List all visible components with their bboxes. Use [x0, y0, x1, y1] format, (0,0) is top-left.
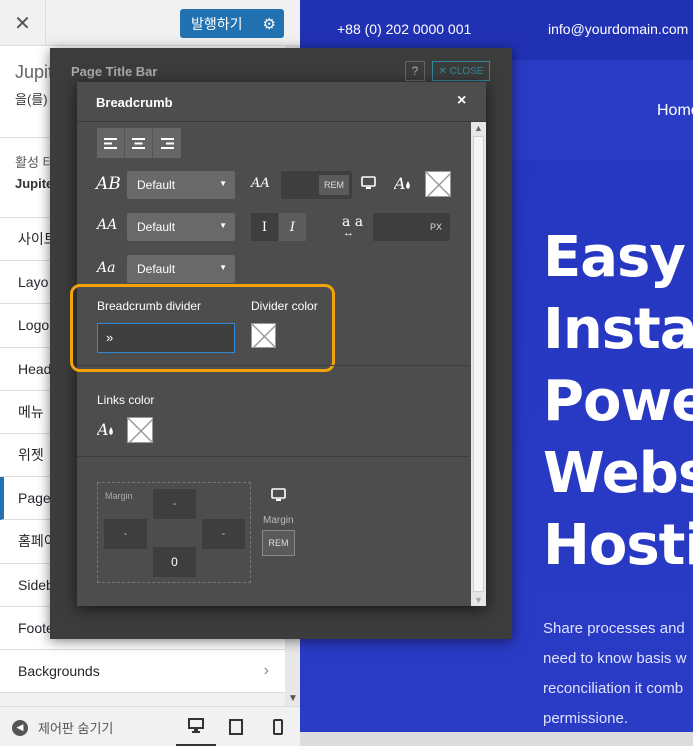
preview-email: info@yourdomain.com [548, 21, 689, 37]
section-divider [77, 456, 470, 457]
section-label: 위젯 [18, 447, 44, 464]
hero-line: Webs [543, 441, 693, 506]
section-label: 메뉴 [18, 403, 44, 420]
section-label: Foote [18, 619, 54, 636]
mobile-preview-icon[interactable] [258, 707, 298, 746]
font-family-select[interactable]: Default ▼ [127, 171, 235, 199]
help-button[interactable]: ? [405, 61, 425, 81]
close-button[interactable]: ✕ CLOSE [432, 61, 490, 81]
margin-label: Margin [105, 491, 133, 501]
section-label: Logo [18, 317, 50, 334]
divider-color-swatch[interactable] [251, 323, 276, 348]
section-item-backgrounds[interactable]: Backgrounds › [0, 649, 285, 694]
margin-top-input[interactable]: - [153, 489, 196, 519]
close-icon[interactable]: ✕ [0, 0, 46, 46]
scroll-up-icon[interactable]: ▲ [474, 123, 483, 133]
scroll-down-icon[interactable]: ▼ [474, 595, 483, 605]
double-arrow-icon: ↔ [343, 227, 354, 239]
section-label: Backgrounds [18, 662, 100, 679]
preview-paragraph: Share processes and need to know basis w… [543, 614, 686, 734]
margin-bottom-input[interactable]: 0 [153, 547, 196, 577]
chevron-down-icon[interactable]: ▼ [288, 693, 298, 704]
font-style-select[interactable]: Default ▼ [127, 255, 235, 283]
preview-horizontal-scrollbar[interactable] [300, 732, 693, 746]
text-align-group [97, 128, 181, 158]
breadcrumb-divider-label: Breadcrumb divider [97, 299, 202, 313]
hero-line: Hostir [543, 513, 693, 578]
margin-unit-label: Margin [263, 515, 294, 526]
hero-line: Easy [543, 225, 686, 290]
hero-line: Powe [543, 369, 693, 434]
font-family-value: Default [137, 178, 176, 192]
paragraph-line: Share processes and [543, 620, 685, 637]
font-weight-value: Default [137, 220, 176, 234]
svg-text:A: A [394, 174, 406, 193]
breadcrumb-dialog-scrollbar[interactable]: ▲ ▼ [471, 122, 486, 606]
paragraph-line: reconciliation it comb [543, 680, 684, 697]
font-weight-select[interactable]: Default ▼ [127, 213, 235, 241]
scroll-thumb[interactable] [473, 136, 484, 592]
align-right-icon[interactable] [153, 128, 181, 158]
align-left-icon[interactable] [97, 128, 125, 158]
letter-spacing-input[interactable]: PX [373, 213, 450, 241]
font-style-icon: Aa [97, 260, 116, 276]
section-divider [77, 365, 470, 366]
chevron-right-icon: › [263, 661, 269, 679]
hero-line: Instal [543, 297, 693, 362]
caret-down-icon: ▼ [219, 221, 227, 230]
close-icon[interactable]: × [457, 92, 466, 110]
desktop-preview-icon[interactable] [176, 707, 216, 746]
caret-down-icon: ▼ [219, 263, 227, 272]
text-color-icon: A [392, 173, 414, 196]
desktop-responsive-icon[interactable] [271, 488, 286, 505]
gear-icon[interactable]: ⚙ [263, 15, 276, 33]
letter-spacing-unit[interactable]: PX [424, 217, 447, 237]
font-color-swatch[interactable] [425, 171, 451, 197]
divider-color-label: Divider color [251, 299, 318, 313]
margin-right-input[interactable]: - [202, 519, 245, 549]
align-center-icon[interactable] [125, 128, 153, 158]
margin-left-input[interactable]: - [104, 519, 147, 549]
text-color-icon: A [95, 419, 117, 442]
collapse-arrow-icon: ◀ [12, 719, 28, 736]
tablet-preview-icon[interactable] [216, 707, 256, 746]
hide-controls-label: 제어판 숨기기 [38, 721, 114, 736]
publish-label: 발행하기 [191, 15, 243, 32]
caret-down-icon: ▼ [219, 179, 227, 188]
customizer-header: ✕ 발행하기 ⚙ [0, 0, 300, 46]
preview-hero-heading: Easy Instal Powe Webs Hostir [543, 222, 693, 582]
hide-controls-button[interactable]: ◀ 제어판 숨기기 [12, 718, 113, 737]
section-label: Head [18, 360, 52, 377]
preview-nav-home[interactable]: Home [657, 102, 693, 120]
margin-control: Margin - - - 0 [97, 482, 251, 583]
section-label: Page [18, 490, 51, 507]
section-label: Layo [18, 274, 49, 291]
desktop-responsive-icon[interactable] [361, 176, 376, 193]
margin-unit-button[interactable]: REM [262, 530, 295, 556]
breadcrumb-dialog-header: Breadcrumb × [77, 82, 486, 122]
text-transform-button[interactable]: I [251, 213, 278, 241]
font-size-unit[interactable]: REM [319, 175, 349, 195]
italic-button[interactable]: I [279, 213, 306, 241]
breadcrumb-dialog-title: Breadcrumb [96, 95, 173, 110]
font-size-icon: AA [251, 176, 270, 191]
svg-text:A: A [97, 420, 109, 439]
font-weight-icon: AA [97, 217, 118, 233]
font-style-value: Default [137, 262, 176, 276]
publish-button[interactable]: 발행하기 ⚙ [180, 9, 284, 38]
breadcrumb-divider-input[interactable]: » [97, 323, 235, 353]
section-label: Sideb [18, 576, 54, 593]
links-color-label: Links color [97, 393, 155, 407]
dialog-title: Page Title Bar [71, 64, 158, 79]
font-size-input[interactable]: REM [281, 171, 352, 199]
paragraph-line: permissione. [543, 710, 629, 727]
preview-phone: +88 (0) 202 0000 001 [337, 21, 472, 37]
customizer-footer: ◀ 제어판 숨기기 [0, 706, 300, 746]
paragraph-line: need to know basis w [543, 650, 687, 667]
font-family-icon: A𝐵 [96, 174, 121, 194]
links-color-swatch[interactable] [127, 417, 153, 443]
